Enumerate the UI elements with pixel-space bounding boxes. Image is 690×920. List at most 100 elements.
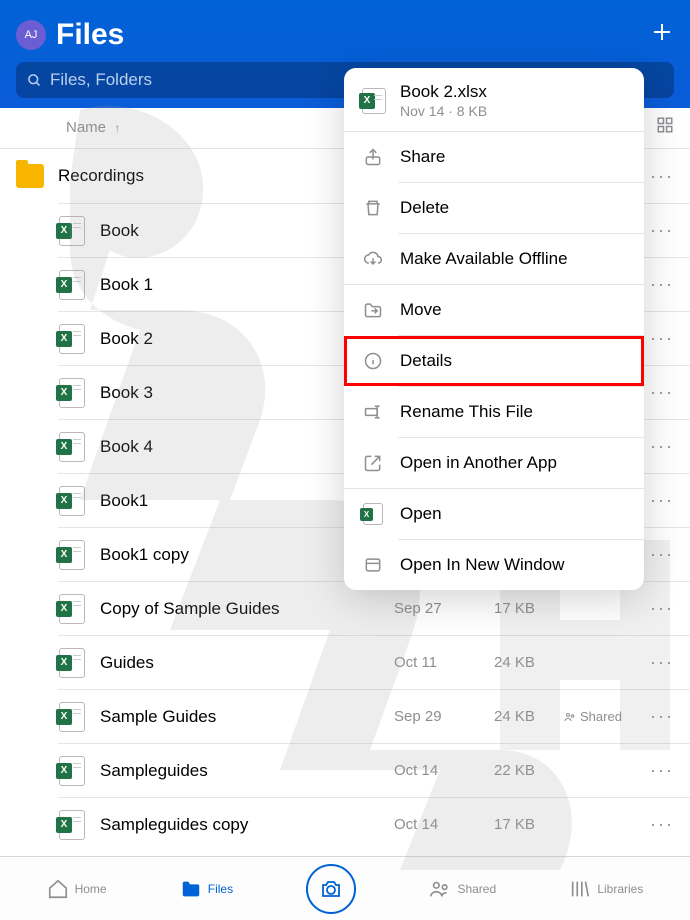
nav-files-label: Files xyxy=(208,882,233,896)
file-actions-button[interactable]: ··· xyxy=(644,598,674,619)
file-row[interactable]: X SampleguidesOct 1422 KB ··· xyxy=(58,743,690,797)
menu-item-label: Open xyxy=(400,504,442,524)
menu-item-label: Rename This File xyxy=(400,402,533,422)
excel-file-icon: X xyxy=(59,810,85,840)
excel-file-icon: X xyxy=(59,594,85,624)
excel-file-icon: X xyxy=(362,88,386,114)
camera-icon xyxy=(319,877,343,901)
file-actions-button[interactable]: ··· xyxy=(644,382,674,403)
folder-move-icon xyxy=(362,299,384,321)
file-actions-button[interactable]: ··· xyxy=(644,814,674,835)
excel-file-icon: X xyxy=(59,648,85,678)
file-actions-button[interactable]: ··· xyxy=(644,544,674,565)
excel-file-icon: X xyxy=(59,378,85,408)
excel-file-icon: X xyxy=(59,432,85,462)
nav-shared-label: Shared xyxy=(457,882,496,896)
folder-icon xyxy=(16,164,44,188)
file-row[interactable]: X Sample GuidesSep 2924 KBShared··· xyxy=(58,689,690,743)
nav-home[interactable]: Home xyxy=(47,878,107,900)
window-icon xyxy=(362,554,384,576)
avatar[interactable]: AJ xyxy=(16,20,46,50)
file-actions-button[interactable]: ··· xyxy=(644,274,674,295)
excel-file-icon: X xyxy=(59,540,85,570)
menu-item-share[interactable]: Share xyxy=(344,132,644,182)
file-actions-button[interactable]: ··· xyxy=(644,436,674,457)
grid-view-toggle[interactable] xyxy=(656,116,674,138)
share-icon xyxy=(362,146,384,168)
people-icon xyxy=(429,878,451,900)
open-external-icon xyxy=(362,452,384,474)
file-date: Oct 11 xyxy=(394,654,494,671)
context-file-name: Book 2.xlsx xyxy=(400,82,626,102)
bottom-nav: Home Files Shared Libraries xyxy=(0,856,690,920)
excel-file-icon: X xyxy=(59,702,85,732)
page-title: Files xyxy=(56,18,650,52)
nav-libraries-label: Libraries xyxy=(597,882,643,896)
excel-file-icon: X xyxy=(59,216,85,246)
file-date: Oct 14 xyxy=(394,816,494,833)
file-date: Oct 14 xyxy=(394,762,494,779)
nav-files[interactable]: Files xyxy=(180,878,233,900)
context-file-meta: Nov 14 · 8 KB xyxy=(400,103,626,119)
file-actions-button[interactable]: ··· xyxy=(644,706,674,727)
menu-item-label: Open In New Window xyxy=(400,555,564,575)
cloud-download-icon xyxy=(362,248,384,270)
context-menu: X Book 2.xlsx Nov 14 · 8 KB Share Delete M… xyxy=(344,68,644,590)
menu-item-label: Delete xyxy=(400,198,449,218)
file-actions-button[interactable]: ··· xyxy=(644,220,674,241)
menu-item-info[interactable]: Details xyxy=(344,336,644,386)
nav-libraries[interactable]: Libraries xyxy=(569,878,643,900)
menu-item-label: Move xyxy=(400,300,442,320)
menu-item-cloud-download[interactable]: Make Available Offline xyxy=(344,234,644,284)
sort-arrow-icon: ↑ xyxy=(114,121,120,135)
camera-button[interactable] xyxy=(306,864,356,914)
rename-icon xyxy=(362,401,384,423)
excel-file-icon: X xyxy=(59,486,85,516)
file-name: Sampleguides copy xyxy=(100,815,394,835)
grid-icon xyxy=(656,116,674,134)
file-name: Guides xyxy=(100,653,394,673)
shared-badge: Shared xyxy=(564,709,644,724)
search-icon xyxy=(26,72,42,88)
file-date: Sep 27 xyxy=(394,600,494,617)
trash-icon xyxy=(362,197,384,219)
excel-file-icon: X xyxy=(59,756,85,786)
menu-item-window[interactable]: Open In New Window xyxy=(344,540,644,590)
plus-icon xyxy=(650,20,674,44)
excel-file-icon: X xyxy=(59,270,85,300)
file-name: Sampleguides xyxy=(100,761,394,781)
file-size: 17 KB xyxy=(494,816,564,833)
file-actions-button[interactable]: ··· xyxy=(644,166,674,187)
file-actions-button[interactable]: ··· xyxy=(644,760,674,781)
info-icon xyxy=(362,350,384,372)
menu-item-rename[interactable]: Rename This File xyxy=(344,387,644,437)
menu-item-open-external[interactable]: Open in Another App xyxy=(344,438,644,488)
menu-item-trash[interactable]: Delete xyxy=(344,183,644,233)
file-name: Sample Guides xyxy=(100,707,394,727)
file-name: Copy of Sample Guides xyxy=(100,599,394,619)
nav-home-label: Home xyxy=(75,882,107,896)
library-icon xyxy=(569,878,591,900)
add-button[interactable] xyxy=(650,19,674,51)
file-row[interactable]: X Sampleguides copyOct 1417 KB ··· xyxy=(58,797,690,851)
menu-item-folder-move[interactable]: Move xyxy=(344,285,644,335)
name-column-label: Name xyxy=(66,119,106,136)
menu-item-excel[interactable]: X Open xyxy=(344,489,644,539)
nav-shared[interactable]: Shared xyxy=(429,878,496,900)
file-actions-button[interactable]: ··· xyxy=(644,490,674,511)
menu-item-label: Make Available Offline xyxy=(400,249,568,269)
menu-item-label: Share xyxy=(400,147,445,167)
file-size: 22 KB xyxy=(494,762,564,779)
home-icon xyxy=(47,878,69,900)
folder-icon xyxy=(180,878,202,900)
file-date: Sep 29 xyxy=(394,708,494,725)
file-size: 24 KB xyxy=(494,654,564,671)
menu-item-label: Details xyxy=(400,351,452,371)
file-actions-button[interactable]: ··· xyxy=(644,652,674,673)
context-menu-header: X Book 2.xlsx Nov 14 · 8 KB xyxy=(344,68,644,131)
file-size: 24 KB xyxy=(494,708,564,725)
excel-icon: X xyxy=(362,503,384,525)
file-actions-button[interactable]: ··· xyxy=(644,328,674,349)
file-row[interactable]: X GuidesOct 1124 KB ··· xyxy=(58,635,690,689)
menu-item-label: Open in Another App xyxy=(400,453,557,473)
